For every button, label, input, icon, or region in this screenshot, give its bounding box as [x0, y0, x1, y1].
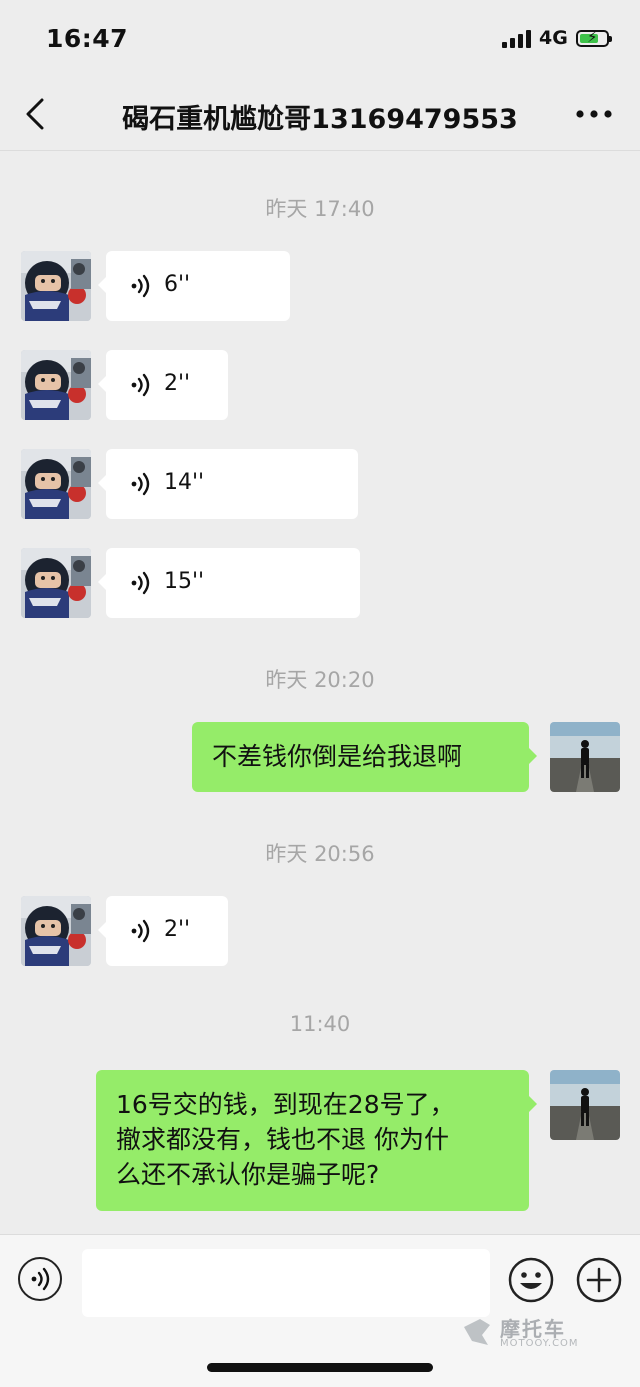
voice-duration: 2'' — [164, 371, 191, 396]
voice-input-button[interactable] — [18, 1257, 62, 1301]
voice-wave-icon — [130, 372, 154, 398]
timestamp: 昨天 20:56 — [265, 842, 375, 866]
message-input[interactable] — [82, 1249, 490, 1317]
status-time: 16:47 — [46, 24, 129, 53]
voice-message[interactable]: 2'' — [98, 896, 228, 966]
watermark-logo: 摩托车 MOTOOY.COM — [460, 1313, 610, 1353]
my-avatar[interactable] — [550, 722, 620, 792]
home-indicator[interactable] — [207, 1363, 433, 1372]
status-bar: 16:47 4G ⚡ — [0, 0, 640, 78]
contact-avatar[interactable] — [21, 251, 91, 321]
voice-wave-icon — [130, 273, 154, 299]
timestamp: 昨天 20:20 — [265, 668, 375, 692]
watermark-icon — [464, 1319, 490, 1345]
back-chevron-icon[interactable] — [22, 96, 52, 132]
voice-message[interactable]: 2'' — [98, 350, 228, 420]
timestamp: 昨天 17:40 — [265, 197, 375, 221]
voice-wave-icon — [130, 918, 154, 944]
message-line: 16号交的钱，到现在28号了， — [116, 1090, 455, 1119]
message-line: 么还不承认你是骗子呢? — [116, 1160, 380, 1189]
plus-icon[interactable] — [576, 1257, 622, 1303]
microphone-icon — [29, 1266, 55, 1292]
voice-duration: 6'' — [164, 272, 191, 297]
more-dots-icon[interactable] — [574, 100, 614, 128]
voice-wave-icon — [130, 570, 154, 596]
network-type: 4G — [539, 27, 568, 49]
chat-header: 碣石重机尴尬哥13169479553 — [0, 78, 640, 151]
watermark-domain: MOTOOY.COM — [500, 1338, 579, 1349]
voice-duration: 2'' — [164, 917, 191, 942]
contact-avatar[interactable] — [21, 896, 91, 966]
voice-duration: 14'' — [164, 470, 205, 495]
message-text: 16号交的钱，到现在28号了， 撤求都没有，钱也不退 你为什 么还不承认你是骗子… — [96, 1070, 529, 1209]
message-line: 撤求都没有，钱也不退 你为什 — [116, 1125, 449, 1154]
battery-icon: ⚡ — [576, 29, 612, 47]
emoji-icon[interactable] — [508, 1257, 554, 1303]
message-text: 不差钱你倒是给我退啊 — [212, 742, 463, 771]
input-bar: 摩托车 MOTOOY.COM — [0, 1234, 640, 1387]
voice-message[interactable]: 6'' — [98, 251, 290, 321]
voice-wave-icon — [130, 471, 154, 497]
text-message[interactable]: 16号交的钱，到现在28号了， 撤求都没有，钱也不退 你为什 么还不承认你是骗子… — [96, 1070, 537, 1211]
contact-avatar[interactable] — [21, 548, 91, 618]
signal-strength-icon — [502, 30, 532, 48]
timestamp: 11:40 — [289, 1012, 351, 1036]
contact-avatar[interactable] — [21, 449, 91, 519]
voice-duration: 15'' — [164, 569, 205, 594]
text-message[interactable]: 不差钱你倒是给我退啊 — [192, 722, 537, 792]
my-avatar[interactable] — [550, 1070, 620, 1140]
contact-avatar[interactable] — [21, 350, 91, 420]
voice-message[interactable]: 14'' — [98, 449, 358, 519]
voice-message[interactable]: 15'' — [98, 548, 360, 618]
chat-title: 碣石重机尴尬哥13169479553 — [122, 104, 518, 135]
